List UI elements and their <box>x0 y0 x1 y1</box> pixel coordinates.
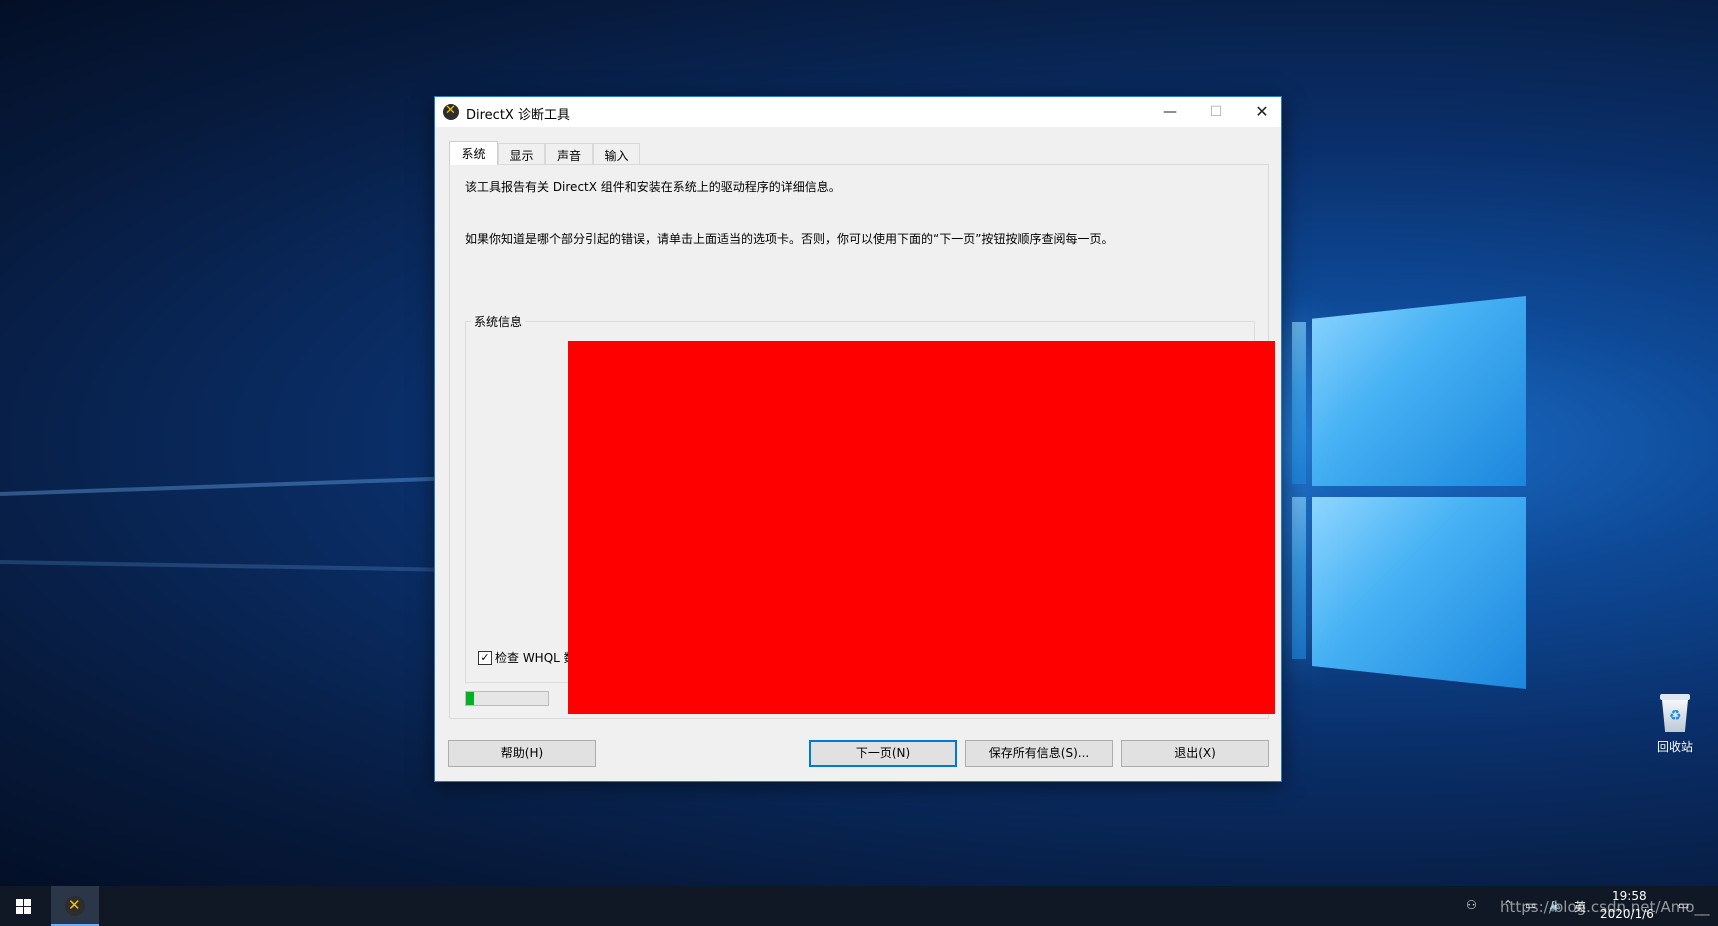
people-icon[interactable]: ⚇ <box>1466 898 1477 912</box>
tab-input[interactable]: 输入 <box>593 143 640 164</box>
progress-fill <box>466 692 475 705</box>
recycle-bin-icon: ♻ <box>1658 694 1692 734</box>
instructions-text: 如果你知道是哪个部分引起的错误，请单击上面适当的选项卡。否则，你可以使用下面的“… <box>465 232 1114 246</box>
tab-display[interactable]: 显示 <box>498 143 545 164</box>
tab-system[interactable]: 系统 <box>449 141 498 165</box>
minimize-button[interactable]: — <box>1147 97 1193 127</box>
directx-icon <box>443 103 459 120</box>
clock-date[interactable]: 2020/1/6 <box>1600 907 1654 921</box>
start-button[interactable] <box>0 886 48 926</box>
next-page-button[interactable]: 下一页(N) <box>809 740 957 767</box>
windows-logo-pane <box>1292 322 1306 484</box>
windows-logo-pane <box>1312 296 1526 486</box>
notification-icon[interactable]: ▭ <box>1678 898 1689 912</box>
system-info-group-title: 系统信息 <box>471 313 526 330</box>
light-beam <box>0 475 470 496</box>
taskbar: ⚇ ⌃ ▭ 🔈 英 https://blog.csdn.net/Amo__ 19… <box>0 886 1718 926</box>
tab-sound[interactable]: 声音 <box>545 143 593 164</box>
intro-text: 该工具报告有关 DirectX 组件和安装在系统上的驱动程序的详细信息。 <box>465 180 841 194</box>
exit-button[interactable]: 退出(X) <box>1121 740 1269 767</box>
windows-logo-pane <box>1312 497 1526 689</box>
windows-logo-pane <box>1292 497 1306 659</box>
clock-time[interactable]: 19:58 <box>1612 889 1647 903</box>
recycle-bin-label: 回收站 <box>1656 740 1693 754</box>
whql-label: 检查 WHQL 数 <box>495 651 576 665</box>
title-bar[interactable]: DirectX 诊断工具 — ☐ ✕ <box>435 97 1281 127</box>
recycle-bin[interactable]: ♻ 回收站 <box>1640 694 1710 755</box>
help-button[interactable]: 帮助(H) <box>448 740 596 767</box>
directx-diagnostic-window: DirectX 诊断工具 — ☐ ✕ 系统 显示 声音 输入 该工具报告有关 D… <box>434 96 1282 782</box>
whql-checkbox[interactable]: ✓ <box>478 650 492 665</box>
taskbar-directx-app[interactable] <box>51 886 99 926</box>
redaction-box <box>568 341 1275 714</box>
directx-icon <box>65 896 85 916</box>
windows-icon <box>16 899 23 906</box>
close-button[interactable]: ✕ <box>1239 97 1285 127</box>
progress-bar <box>465 691 549 706</box>
window-title: DirectX 诊断工具 <box>466 108 570 123</box>
save-all-info-button[interactable]: 保存所有信息(S)... <box>965 740 1113 767</box>
light-beam <box>0 560 470 573</box>
maximize-button[interactable]: ☐ <box>1193 97 1239 127</box>
whql-check[interactable]: ✓ 检查 WHQL 数 <box>478 649 576 666</box>
